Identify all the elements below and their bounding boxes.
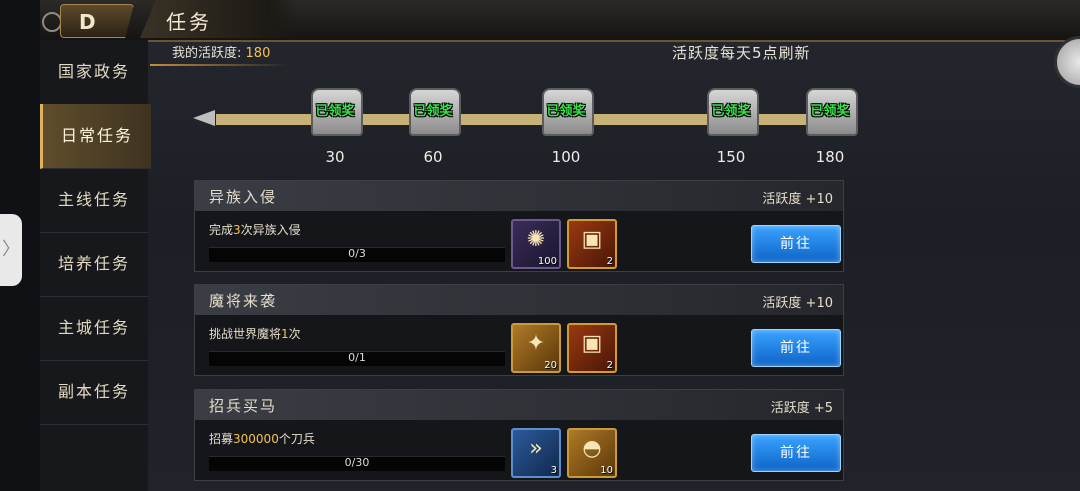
go-button[interactable]: 前往 xyxy=(751,434,841,472)
quest-desc-count: 3 xyxy=(233,223,241,237)
quest-card: 魔将来袭 活跃度 +10 挑战世界魔将1次 0/1 ✦ 20 ▣ 2 前往 xyxy=(194,284,844,376)
go-button[interactable]: 前往 xyxy=(751,225,841,263)
milestone-chest[interactable]: 已领奖 xyxy=(405,80,461,140)
speed-up-icon: » xyxy=(529,436,543,461)
claimed-label: 已领奖 xyxy=(711,104,751,119)
quest-title: 异族入侵 xyxy=(209,188,278,206)
quest-title: 魔将来袭 xyxy=(209,292,278,310)
milestone-points: 30 xyxy=(325,148,345,166)
reward-qty: 10 xyxy=(600,465,613,476)
quest-desc-prefix: 招募 xyxy=(209,432,234,446)
quest-desc-suffix: 次异族入侵 xyxy=(240,223,301,237)
activity-value: 180 xyxy=(245,46,271,61)
activity-label: 我的活跃度: 180 xyxy=(172,42,270,61)
milestone-points: 150 xyxy=(716,148,746,166)
go-button[interactable]: 前往 xyxy=(751,329,841,367)
quest-progress-text: 0/30 xyxy=(344,456,370,469)
sidebar-item-national[interactable]: 国家政务 xyxy=(40,40,148,105)
quest-desc: 挑战世界魔将1次 xyxy=(209,325,301,342)
sidebar-item-city[interactable]: 主城任务 xyxy=(40,296,148,361)
quest-header xyxy=(195,390,843,420)
quest-points: 活跃度 +10 xyxy=(762,192,833,207)
reward-item[interactable]: ▣ 2 xyxy=(567,219,617,269)
reward-item[interactable]: » 3 xyxy=(511,428,561,478)
quest-desc: 完成3次异族入侵 xyxy=(209,221,301,238)
milestone-chest[interactable]: 已领奖 xyxy=(307,80,363,140)
double-chevron-left-icon: 《 xyxy=(1069,47,1080,79)
reward-item[interactable]: ✦ 20 xyxy=(511,323,561,373)
claimed-label: 已领奖 xyxy=(546,104,586,119)
title-plate xyxy=(140,0,300,38)
quest-card: 异族入侵 活跃度 +10 完成3次异族入侵 0/3 ✺ 100 ▣ 2 前往 xyxy=(194,180,844,272)
quest-desc-prefix: 完成 xyxy=(209,223,234,237)
quest-card: 招兵买马 活跃度 +5 招募300000个刀兵 0/30 » 3 ◓ 10 前往 xyxy=(194,389,844,481)
gold-ingot-icon: ◓ xyxy=(582,436,602,461)
quest-points: 活跃度 +5 xyxy=(770,401,833,416)
milestone-chest[interactable]: 已领奖 xyxy=(703,80,759,140)
milestone-points: 60 xyxy=(423,148,443,166)
activity-label-text: 我的活跃度: xyxy=(172,46,242,61)
back-button[interactable]: D xyxy=(60,4,134,38)
milestone-chest[interactable]: 已领奖 xyxy=(802,80,858,140)
treasure-chest-icon: ▣ xyxy=(581,331,603,356)
quest-desc-suffix: 个刀兵 xyxy=(278,432,315,446)
quest-progress-text: 0/1 xyxy=(348,351,366,364)
reward-qty: 2 xyxy=(606,256,613,267)
milestone-points: 180 xyxy=(815,148,845,166)
treasure-chest-icon: ▣ xyxy=(581,227,603,252)
claimed-label: 已领奖 xyxy=(810,104,850,119)
reward-qty: 20 xyxy=(544,360,557,371)
quest-desc: 招募300000个刀兵 xyxy=(209,430,315,447)
page-title: 任务 xyxy=(166,10,212,34)
crystal-icon: ✦ xyxy=(526,331,546,356)
reward-qty: 2 xyxy=(606,360,613,371)
quest-title: 招兵买马 xyxy=(209,397,278,415)
quest-desc-count: 300000 xyxy=(233,432,279,446)
sidebar-item-daily[interactable]: 日常任务 xyxy=(40,104,151,169)
sidebar-item-dungeon[interactable]: 副本任务 xyxy=(40,360,148,425)
sidebar-item-training[interactable]: 培养任务 xyxy=(40,232,148,297)
milestone-points: 100 xyxy=(551,148,581,166)
refresh-note: 活跃度每天5点刷新 xyxy=(672,44,811,62)
sidebar-item-main[interactable]: 主线任务 xyxy=(40,168,148,233)
reward-qty: 3 xyxy=(550,465,557,476)
sidebar: 国家政务 日常任务 主线任务 培养任务 主城任务 副本任务 xyxy=(40,40,151,491)
rune-stone-icon: ✺ xyxy=(526,227,546,252)
quest-points: 活跃度 +10 xyxy=(762,296,833,311)
quest-progress-bar: 0/3 xyxy=(209,247,505,262)
reward-item[interactable]: ▣ 2 xyxy=(567,323,617,373)
chevron-right-icon: 〉 xyxy=(2,239,20,260)
milestone-chest[interactable]: 已领奖 xyxy=(538,80,594,140)
quest-header xyxy=(195,181,843,211)
quest-progress-bar: 0/30 xyxy=(209,456,505,471)
reward-item[interactable]: ◓ 10 xyxy=(567,428,617,478)
quest-desc-prefix: 挑战世界魔将 xyxy=(209,327,282,341)
quest-progress-text: 0/3 xyxy=(348,247,366,260)
back-arrow-icon: D xyxy=(79,10,96,34)
quest-desc-suffix: 次 xyxy=(288,327,301,341)
reward-item[interactable]: ✺ 100 xyxy=(511,219,561,269)
reward-qty: 100 xyxy=(537,256,557,267)
quest-header xyxy=(195,285,843,315)
quest-progress-bar: 0/1 xyxy=(209,351,505,366)
status-dot-icon xyxy=(42,12,62,32)
claimed-label: 已领奖 xyxy=(413,104,453,119)
quest-desc-count: 1 xyxy=(281,327,289,341)
divider xyxy=(150,64,290,66)
side-handle[interactable]: 〉 xyxy=(0,214,22,286)
claimed-label: 已领奖 xyxy=(315,104,355,119)
